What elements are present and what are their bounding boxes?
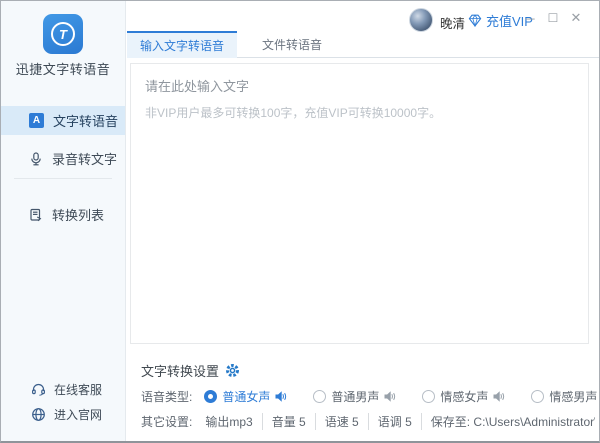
voice-option-emotional-male[interactable]: 情感男声 (531, 388, 600, 405)
sidebar-item-label: 文字转语音 (53, 111, 118, 130)
sidebar-item-label: 转换列表 (52, 205, 104, 224)
other-settings-row: 其它设置: 输出mp3 音量 5 语速 5 语调 5 保存至: C:\Users… (141, 412, 595, 430)
document-list-icon (29, 208, 43, 222)
voice-option-label: 情感女声 (440, 388, 488, 405)
tone-setting[interactable]: 语调 5 (368, 413, 421, 430)
radio-icon[interactable] (313, 390, 326, 403)
speaker-icon[interactable] (384, 391, 396, 402)
settings-title-row: 文字转换设置 (141, 361, 240, 380)
radio-icon[interactable] (531, 390, 544, 403)
diamond-icon (468, 14, 482, 27)
sidebar-divider (14, 178, 112, 179)
username[interactable]: 晚清 (440, 13, 465, 32)
titlebar: 晚清 充值VIP ─ ☐ ✕ (127, 1, 599, 31)
app-logo-icon: T (43, 14, 83, 54)
output-format-setting[interactable]: 输出mp3 (196, 413, 261, 430)
microphone-icon (29, 152, 43, 166)
close-button[interactable]: ✕ (567, 9, 585, 27)
sidebar-item-label: 录音转文字 (52, 149, 117, 168)
sidebar-item-online-support[interactable]: 在线客服 (1, 377, 125, 401)
main-area: 晚清 充值VIP ─ ☐ ✕ 输入文字转语音 文件转语音 请在此处输入文字 非V… (127, 1, 599, 441)
volume-setting[interactable]: 音量 5 (262, 413, 315, 430)
sidebar-item-conversion-list[interactable]: 转换列表 (1, 200, 125, 229)
input-hint: 非VIP用户最多可转换100字，充值VIP可转换10000字。 (145, 104, 574, 121)
maximize-button[interactable]: ☐ (544, 9, 562, 27)
gear-icon[interactable] (225, 363, 240, 378)
footer-item-label: 进入官网 (54, 406, 102, 423)
tab-file-to-speech[interactable]: 文件转语音 (237, 31, 347, 58)
app-name: 迅捷文字转语音 (1, 59, 125, 78)
text-input-area[interactable]: 请在此处输入文字 非VIP用户最多可转换100字，充值VIP可转换10000字。 (130, 63, 589, 344)
logo-ring: T (51, 22, 75, 46)
input-placeholder: 请在此处输入文字 (145, 76, 574, 95)
voice-option-label: 情感男声 (549, 388, 597, 405)
sidebar-item-official-website[interactable]: 进入官网 (1, 402, 125, 426)
speed-setting[interactable]: 语速 5 (315, 413, 368, 430)
voice-option-emotional-female[interactable]: 情感女声 (422, 388, 505, 405)
sidebar: T 迅捷文字转语音 A 文字转语音 录音转文字 转换 (1, 1, 126, 441)
settings-title: 文字转换设置 (141, 361, 219, 380)
globe-icon (31, 407, 46, 422)
save-path-setting[interactable]: 保存至: C:\Users\Administrator\De (421, 413, 595, 430)
sidebar-item-speech-to-text[interactable]: 录音转文字 (1, 144, 125, 173)
headset-icon (31, 382, 46, 396)
letter-a-icon: A (29, 113, 44, 128)
minimize-button[interactable]: ─ (521, 9, 539, 27)
footer-item-label: 在线客服 (54, 381, 102, 398)
tab-input-text-to-speech[interactable]: 输入文字转语音 (127, 31, 237, 58)
radio-checked-icon[interactable] (204, 390, 217, 403)
speaker-icon[interactable] (275, 391, 287, 402)
tab-bar: 输入文字转语音 文件转语音 (127, 31, 599, 58)
app-window: T 迅捷文字转语音 A 文字转语音 录音转文字 转换 (0, 0, 600, 443)
voice-option-label: 普通女声 (222, 388, 270, 405)
sidebar-item-text-to-speech[interactable]: A 文字转语音 (1, 106, 125, 135)
other-settings-label: 其它设置: (141, 413, 192, 430)
voice-option-normal-male[interactable]: 普通男声 (313, 388, 396, 405)
voice-type-label: 语音类型: (141, 388, 192, 405)
voice-option-label: 普通男声 (331, 388, 379, 405)
logo-letter: T (59, 28, 67, 41)
voice-type-row: 语音类型: 普通女声 普通男声 (141, 387, 600, 405)
speaker-icon[interactable] (493, 391, 505, 402)
avatar[interactable] (409, 8, 433, 32)
voice-option-normal-female[interactable]: 普通女声 (204, 388, 287, 405)
radio-icon[interactable] (422, 390, 435, 403)
